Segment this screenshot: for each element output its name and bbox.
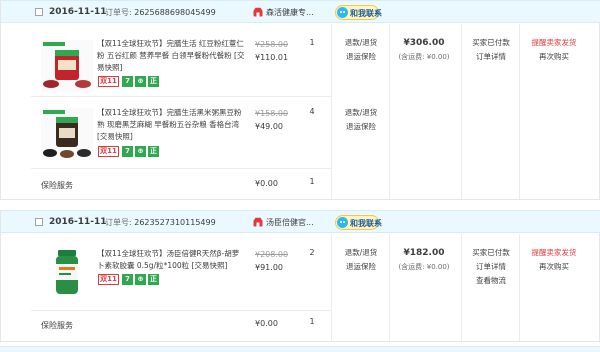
after-sale-links: 退款/退货 退运保险 xyxy=(339,36,383,64)
order-number-value: 2623527310115499 xyxy=(134,218,216,227)
original-price: ¥208.00 xyxy=(255,250,289,259)
shop-icon xyxy=(253,217,263,227)
order-date: 2016-11-11 xyxy=(49,217,107,227)
order-detail-link[interactable]: 订单详情 xyxy=(467,50,515,64)
shop-name-link[interactable]: 森活健康专... xyxy=(266,7,314,18)
shop-name-link[interactable]: 汤臣倍健官... xyxy=(266,217,314,228)
after-sale-links: 退款/退货 退运保险 xyxy=(339,246,383,274)
order-actions: 提醒卖家发货 再次购买 xyxy=(523,36,585,64)
insurance-service-label: 保险服务 xyxy=(41,321,73,330)
order-card: 2016-11-11 订单号: 2625688698045499 森活健康专..… xyxy=(0,0,600,200)
item-price: ¥258.00 ¥110.01 xyxy=(255,38,299,64)
order-status: 买家已付款 订单详情 查看物流 xyxy=(467,246,515,288)
order-number: 订单号: 2625688698045499 xyxy=(105,7,216,18)
total-amount: ¥306.00 xyxy=(403,38,445,48)
guarantee-badge: ⊕ xyxy=(135,274,146,285)
contact-seller-button[interactable]: 和我联系 xyxy=(335,215,382,230)
payment-status: 买家已付款 xyxy=(472,248,510,257)
order-status: 买家已付款 订单详情 xyxy=(467,36,515,64)
buy-again-button[interactable]: 再次购买 xyxy=(523,260,585,274)
paid-price: ¥49.00 xyxy=(255,122,283,131)
total-amount: ¥182.00 xyxy=(403,248,445,258)
contact-label: 和我联系 xyxy=(350,219,382,228)
insurance-quantity: 1 xyxy=(309,317,315,326)
order-number-label: 订单号: xyxy=(105,8,132,17)
product-title-link[interactable]: 【双11全球狂欢节】完膳生活黑米粥黑豆粉熟 现磨黑芝麻糊 早餐粉五谷杂粮 香格台… xyxy=(97,107,245,143)
item-quantity: 4 xyxy=(309,107,315,116)
shipping-included: (含运费: ¥0.00) xyxy=(398,53,450,61)
double11-badge: 双11 xyxy=(98,274,119,285)
payment-status: 买家已付款 xyxy=(472,38,510,47)
paid-price: ¥91.00 xyxy=(255,263,283,272)
order-actions: 提醒卖家发货 再次购买 xyxy=(523,246,585,274)
shop-icon xyxy=(253,7,263,17)
item-quantity: 1 xyxy=(309,38,315,47)
order-header: 2016-11-11 订单号: 2623527310115499 汤臣倍健官..… xyxy=(1,210,600,233)
item-quantity: 2 xyxy=(309,248,315,257)
authentic-badge: 正 xyxy=(148,76,159,87)
item-price: ¥158.00 ¥49.00 xyxy=(255,107,299,133)
order-number-value: 2625688698045499 xyxy=(134,8,216,17)
seven-day-return-badge: 7 xyxy=(122,76,133,87)
shipping-insurance-link[interactable]: 退运保险 xyxy=(339,260,383,274)
order-number-label: 订单号: xyxy=(105,218,132,227)
insurance-service-label: 保险服务 xyxy=(41,181,73,190)
guarantee-badge: ⊕ xyxy=(135,146,146,157)
product-title-link[interactable]: 【双11全球狂欢节】完膳生活 红豆粉红薏仁粉 五谷红颜 营养早餐 白领早餐粉代餐… xyxy=(97,38,245,74)
contact-label: 和我联系 xyxy=(350,9,382,18)
product-thumbnail[interactable] xyxy=(41,40,93,92)
guarantee-badge: ⊕ xyxy=(135,76,146,87)
wangwang-icon xyxy=(337,7,348,18)
authentic-badge: 正 xyxy=(148,146,159,157)
after-sale-links: 退款/退货 退运保险 xyxy=(339,106,383,134)
product-thumbnail[interactable] xyxy=(41,108,93,160)
item-price: ¥208.00 ¥91.00 xyxy=(255,248,299,274)
seven-day-return-badge: 7 xyxy=(122,274,133,285)
refund-link[interactable]: 退款/退货 xyxy=(339,106,383,120)
double11-badge: 双11 xyxy=(98,146,119,157)
next-order-header xyxy=(0,346,600,352)
order-total: ¥306.00 (含运费: ¥0.00) xyxy=(389,38,459,62)
buy-again-button[interactable]: 再次购买 xyxy=(523,50,585,64)
refund-link[interactable]: 退款/退货 xyxy=(339,36,383,50)
wangwang-icon xyxy=(337,217,348,228)
remind-ship-button[interactable]: 提醒卖家发货 xyxy=(523,36,585,50)
paid-price: ¥110.01 xyxy=(255,53,289,62)
order-number: 订单号: 2623527310115499 xyxy=(105,217,216,228)
authentic-badge: 正 xyxy=(148,274,159,285)
insurance-price: ¥0.00 xyxy=(255,319,278,328)
shipping-insurance-link[interactable]: 退运保险 xyxy=(339,120,383,134)
order-detail-link[interactable]: 订单详情 xyxy=(467,260,515,274)
order-checkbox[interactable] xyxy=(35,8,43,16)
product-thumbnail[interactable] xyxy=(41,246,93,298)
shipping-included: (含运费: ¥0.00) xyxy=(398,263,450,271)
view-logistics-link[interactable]: 查看物流 xyxy=(467,274,515,288)
insurance-price: ¥0.00 xyxy=(255,179,278,188)
original-price: ¥258.00 xyxy=(255,40,289,49)
original-price: ¥158.00 xyxy=(255,109,289,118)
order-date: 2016-11-11 xyxy=(49,7,107,17)
refund-link[interactable]: 退款/退货 xyxy=(339,246,383,260)
double11-badge: 双11 xyxy=(98,76,119,87)
order-header: 2016-11-11 订单号: 2625688698045499 森活健康专..… xyxy=(1,0,600,23)
order-checkbox[interactable] xyxy=(35,218,43,226)
insurance-quantity: 1 xyxy=(309,177,315,186)
seven-day-return-badge: 7 xyxy=(122,146,133,157)
product-title-link[interactable]: 【双11全球狂欢节】汤臣倍健R天然β-胡萝卜素软胶囊 0.5g/粒*100粒 [… xyxy=(97,248,245,272)
shipping-insurance-link[interactable]: 退运保险 xyxy=(339,50,383,64)
order-total: ¥182.00 (含运费: ¥0.00) xyxy=(389,248,459,272)
remind-ship-button[interactable]: 提醒卖家发货 xyxy=(523,246,585,260)
contact-seller-button[interactable]: 和我联系 xyxy=(335,5,382,20)
order-card: 2016-11-11 订单号: 2623527310115499 汤臣倍健官..… xyxy=(0,210,600,342)
